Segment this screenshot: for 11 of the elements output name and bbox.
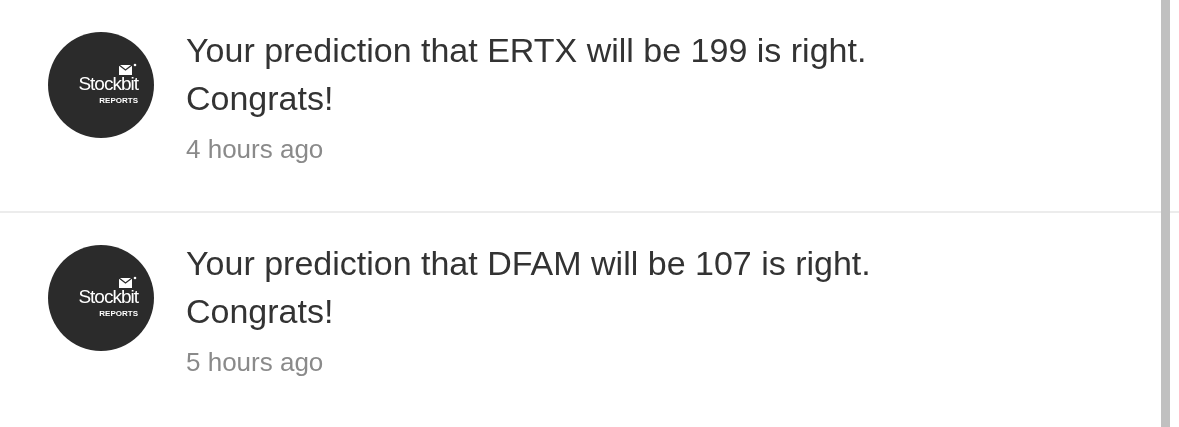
timestamp: 5 hours ago (186, 347, 325, 378)
envelope-icon (118, 62, 138, 76)
logo-subtitle: REPORTS (99, 308, 138, 318)
scrollbar[interactable] (1161, 0, 1170, 427)
envelope-icon (118, 275, 138, 289)
timestamp: 4 hours ago (186, 134, 325, 165)
logo-wordmark: Stockbit (78, 73, 138, 93)
notification-message: Your prediction that DFAM will be 107 is right. Congrats! (186, 243, 872, 332)
notification-message: Your prediction that ERTX will be 199 is right. Congrats! (186, 30, 868, 119)
logo-wordmark: Stockbit (78, 286, 138, 306)
logo-subtitle: REPORTS (99, 95, 138, 105)
